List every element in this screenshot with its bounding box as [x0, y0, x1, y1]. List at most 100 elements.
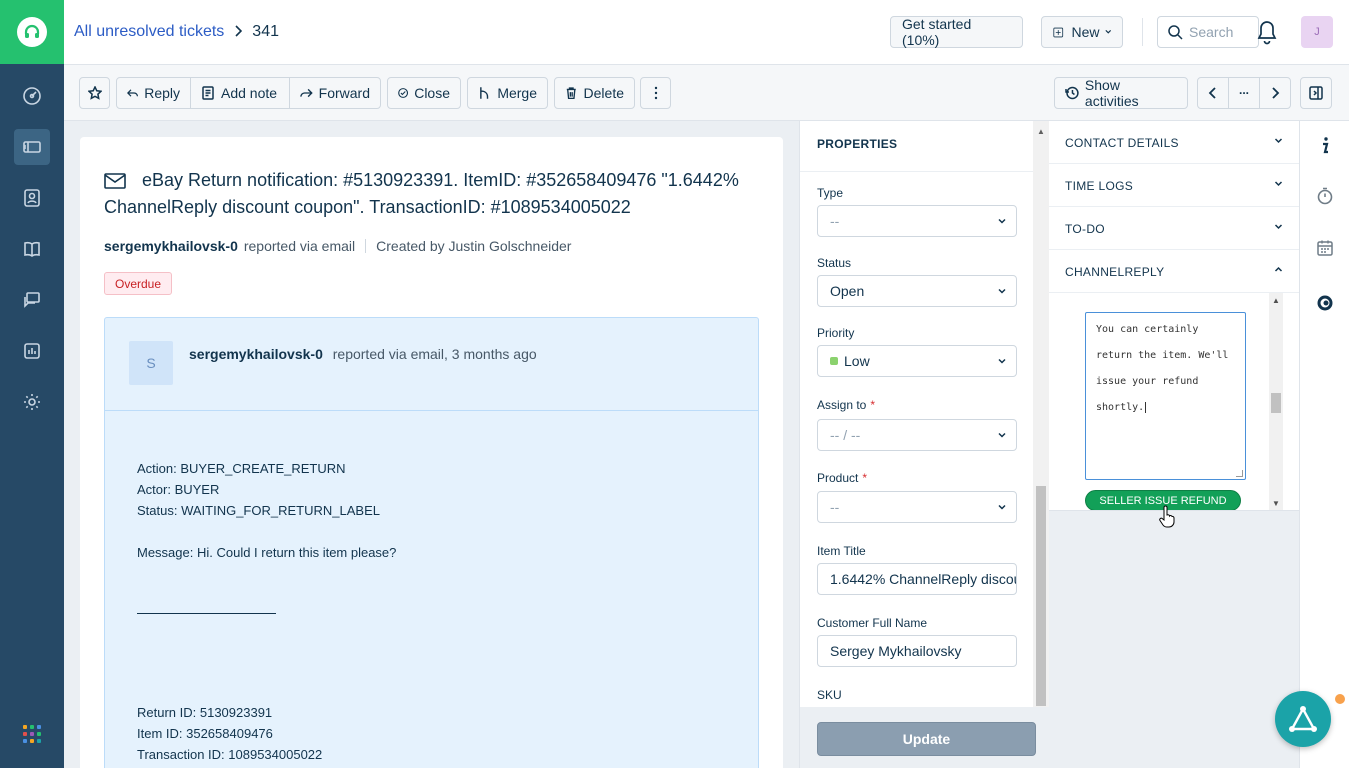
time-logs-section[interactable]: TIME LOGS [1049, 164, 1299, 207]
update-button[interactable]: Update [817, 722, 1036, 756]
forward-icon [300, 88, 313, 98]
resize-handle-icon[interactable] [1236, 470, 1243, 477]
info-icon[interactable] [1316, 136, 1334, 154]
apps-panel: CONTACT DETAILS TIME LOGS TO-DO CHANNELR… [1049, 121, 1299, 768]
solutions-book-icon[interactable] [14, 231, 50, 267]
chevron-right-icon [234, 24, 243, 40]
chevron-up-icon [1274, 266, 1283, 272]
reported-via: reported via email [243, 238, 356, 254]
contacts-icon[interactable] [14, 180, 50, 216]
stopwatch-icon[interactable] [1316, 187, 1334, 205]
text-caret [1145, 402, 1147, 413]
properties-header-divider [800, 171, 1033, 172]
time-logs-title: TIME LOGS [1065, 179, 1134, 193]
conversation-meta: reported via email, 3 months ago [332, 346, 537, 362]
apps-icon-rail [1299, 121, 1349, 768]
show-activities-label: Show activities [1084, 77, 1139, 109]
tickets-icon[interactable] [14, 129, 50, 165]
scroll-down-arrow-icon[interactable]: ▼ [1272, 499, 1280, 508]
chevron-down-icon [998, 432, 1006, 438]
message-line: Return ID: 5130923391 [137, 705, 273, 720]
channelreply-app-icon[interactable] [1316, 294, 1334, 312]
channelreply-title: CHANNELREPLY [1065, 265, 1165, 279]
product-select[interactable]: -- [817, 491, 1017, 523]
status-select[interactable]: Open [817, 275, 1017, 307]
previous-ticket-button[interactable] [1197, 77, 1229, 109]
product-value: -- [830, 499, 840, 515]
item-title-label: Item Title [817, 544, 866, 558]
reply-text: You can certainly return the item. We'll… [1096, 324, 1229, 413]
app-switcher-icon[interactable] [23, 725, 41, 743]
message-line: Item ID: 352658409476 [137, 726, 273, 741]
vertical-dots-icon [654, 86, 657, 100]
todo-title: TO-DO [1065, 222, 1105, 236]
toggle-sidebar-button[interactable] [1300, 77, 1332, 109]
bell-icon[interactable] [1255, 19, 1279, 45]
network-triangle-icon [1289, 706, 1317, 732]
priority-select[interactable]: Low [817, 345, 1017, 377]
calendar-icon[interactable] [1316, 239, 1334, 257]
assign-to-label-text: Assign to [817, 398, 867, 412]
reply-textarea[interactable]: You can certainly return the item. We'll… [1085, 312, 1246, 480]
message-divider-line [137, 593, 276, 614]
status-value: Open [830, 283, 865, 299]
star-button[interactable] [79, 77, 110, 109]
required-asterisk: * [862, 471, 868, 485]
update-footer: Update [800, 707, 1050, 768]
user-avatar[interactable]: J [1301, 16, 1333, 48]
history-icon [1065, 86, 1079, 100]
product-label: Product * [817, 471, 867, 485]
horizontal-dots-icon: ... [1238, 83, 1249, 97]
type-select[interactable]: -- [817, 205, 1017, 237]
reports-icon[interactable] [14, 333, 50, 369]
ticket-meta: sergemykhailovsk-0 reported via email Cr… [104, 238, 571, 254]
contact-details-section[interactable]: CONTACT DETAILS [1049, 121, 1299, 164]
delete-button[interactable]: Delete [554, 77, 635, 109]
dashboard-icon[interactable] [14, 78, 50, 114]
scroll-up-arrow-icon[interactable]: ▲ [1037, 127, 1045, 136]
forums-icon[interactable] [14, 282, 50, 318]
close-ticket-button[interactable]: Close [387, 77, 461, 109]
search-placeholder: Search [1189, 24, 1234, 40]
item-title-input[interactable]: 1.6442% ChannelReply discount coupon [817, 563, 1017, 595]
forward-button[interactable]: Forward [289, 77, 381, 109]
properties-panel: PROPERTIES Type -- Status Open Priority … [799, 121, 1050, 768]
conversation-message: S sergemykhailovsk-0 reported via email,… [104, 317, 759, 768]
forward-label: Forward [318, 85, 370, 101]
ticket-nav-more-button[interactable]: ... [1228, 77, 1260, 109]
show-activities-button[interactable]: Show activities [1054, 77, 1188, 109]
ticket-subject: eBay Return notification: #5130923391. I… [104, 170, 739, 217]
properties-scroll-thumb[interactable] [1036, 486, 1046, 706]
customer-name-input[interactable]: Sergey Mykhailovsky [817, 635, 1017, 667]
reply-button[interactable]: Reply [116, 77, 191, 109]
admin-gear-icon[interactable] [14, 384, 50, 420]
conversation-body: Action: BUYER_CREATE_RETURN Actor: BUYER… [137, 458, 396, 765]
check-circle-icon [398, 88, 409, 98]
freshdesk-logo[interactable] [0, 0, 64, 64]
next-ticket-button[interactable] [1259, 77, 1291, 109]
ticket-detail-area: eBay Return notification: #5130923391. I… [64, 121, 798, 768]
message-line: Status: WAITING_FOR_RETURN_LABEL [137, 503, 380, 518]
close-label: Close [414, 85, 450, 101]
todo-section[interactable]: TO-DO [1049, 207, 1299, 250]
get-started-button[interactable]: Get started (10%) [890, 16, 1023, 48]
hand-cursor-icon [1159, 505, 1175, 528]
merge-button[interactable]: Merge [467, 77, 548, 109]
more-actions-button[interactable] [640, 77, 671, 109]
ticket-toolbar: Reply Add note Forward Close Merge Delet… [64, 65, 1349, 121]
breadcrumb: All unresolved tickets 341 [74, 23, 279, 41]
search-input[interactable]: Search [1157, 16, 1259, 48]
add-note-button[interactable]: Add note [190, 77, 290, 109]
chevron-down-icon [1104, 29, 1111, 34]
scroll-up-arrow-icon[interactable]: ▲ [1272, 296, 1280, 305]
breadcrumb-all-unresolved[interactable]: All unresolved tickets [74, 23, 224, 41]
new-button[interactable]: New [1041, 16, 1123, 48]
requester-name[interactable]: sergemykhailovsk-0 [104, 238, 238, 254]
created-by: Created by Justin Golschneider [376, 238, 572, 254]
overdue-badge: Overdue [104, 272, 173, 295]
help-widget-button[interactable] [1275, 691, 1331, 747]
conversation-author[interactable]: sergemykhailovsk-0 [189, 346, 323, 362]
assign-to-select[interactable]: -- / -- [817, 419, 1017, 451]
channelreply-scroll-thumb[interactable] [1271, 393, 1281, 413]
channelreply-section[interactable]: CHANNELREPLY [1049, 250, 1299, 293]
